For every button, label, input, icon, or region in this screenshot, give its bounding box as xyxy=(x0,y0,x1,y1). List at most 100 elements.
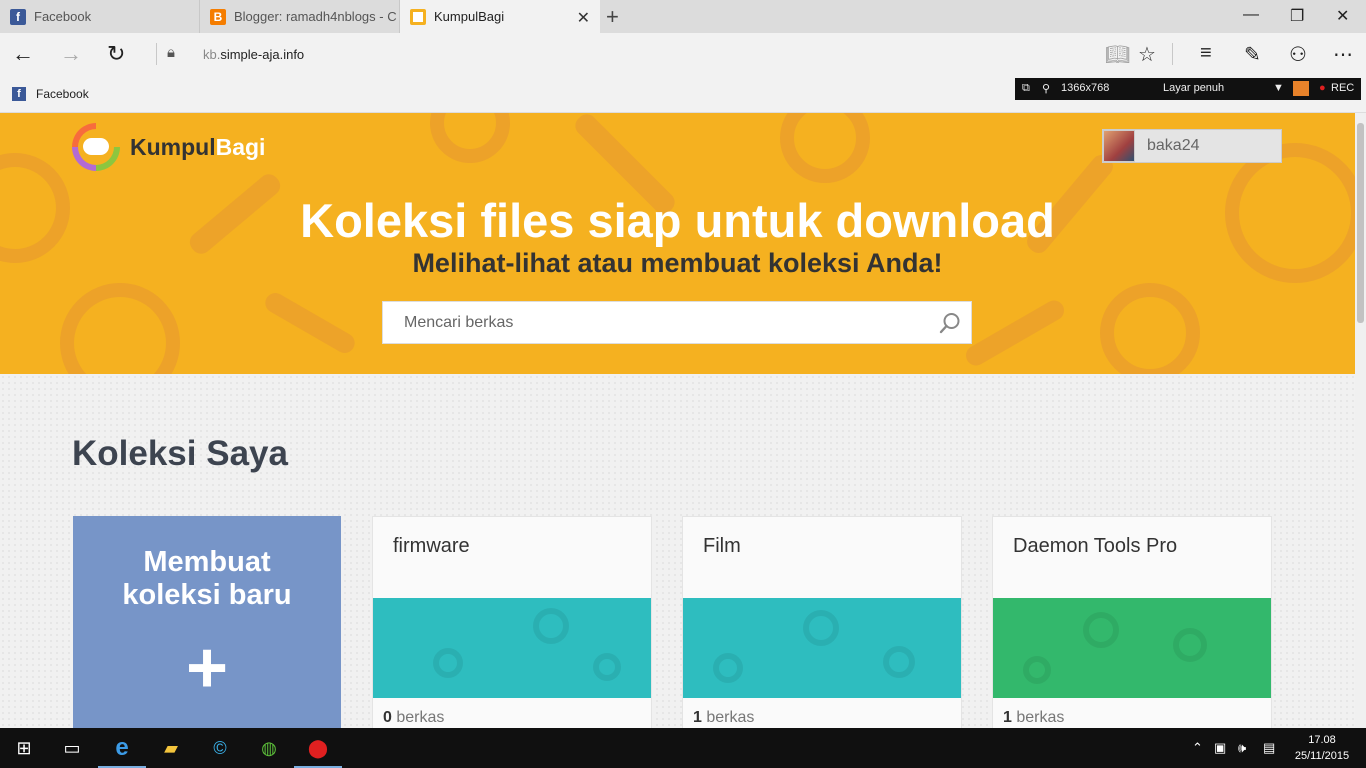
clock-date: 25/11/2015 xyxy=(1294,750,1350,762)
windows-taskbar: ⊞ ▭ e ▰ © ◍ ⬤ ⌃ ▣ 🕪︎ ▤ 17.08 25/11/2015 xyxy=(0,728,1366,768)
chevron-up-icon[interactable]: ⌃ xyxy=(1192,740,1203,756)
collection-title: Film xyxy=(703,535,741,557)
facebook-icon: f xyxy=(10,8,26,25)
new-collection-label: Membuat koleksi baru xyxy=(73,546,341,612)
username: baka24 xyxy=(1147,137,1200,154)
search-box xyxy=(382,301,972,344)
collection-banner xyxy=(683,598,961,698)
screen-recorder-toolbar: ⧉ ⚲ 1366x768 Layar penuh ▼ ● REC xyxy=(1015,78,1361,100)
logo-text: KumpulBagi xyxy=(130,134,265,161)
restore-icon[interactable]: ❐ xyxy=(1290,6,1304,26)
decoration xyxy=(430,113,510,163)
new-collection-button[interactable]: Membuat koleksi baru + xyxy=(73,516,341,728)
action-center-icon[interactable]: ▤ xyxy=(1263,740,1275,756)
collection-title: firmware xyxy=(393,535,470,557)
hero-banner: KumpulBagi baka24 Koleksi files siap unt… xyxy=(0,113,1355,374)
task-view-icon[interactable]: ▭ xyxy=(48,728,96,768)
minimize-icon[interactable]: — xyxy=(1243,6,1259,24)
new-collection-line1: Membuat xyxy=(143,546,271,578)
file-explorer-icon[interactable]: ▰ xyxy=(147,728,195,768)
url-domain: simple-aja.info xyxy=(220,47,305,62)
back-arrow-icon[interactable]: ← xyxy=(12,41,34,67)
hero-title: Koleksi files siap untuk download xyxy=(300,194,1055,247)
page-scrollbar[interactable] xyxy=(1355,113,1366,728)
lock-icon: 🔒︎ xyxy=(167,44,175,61)
clock-time: 17.08 xyxy=(1308,734,1336,746)
navigation-bar: ← → ↻ 🔒︎ kb.simple-aja.info 📖︎ ☆ ≡ ✎ ⚇ ⋯ xyxy=(0,33,1366,76)
screen-recorder-icon[interactable]: ⬤ xyxy=(294,728,342,768)
logo-text-accent: Bagi xyxy=(215,133,266,160)
divider xyxy=(1172,43,1173,65)
collection-title: Daemon Tools Pro xyxy=(1013,535,1178,557)
url-prefix: kb. xyxy=(203,47,221,62)
forward-arrow-icon[interactable]: → xyxy=(60,41,82,67)
section-title: Koleksi Saya xyxy=(72,434,288,473)
refresh-icon[interactable]: ↻ xyxy=(107,41,125,67)
site-logo[interactable]: KumpulBagi xyxy=(72,123,265,171)
tab-facebook[interactable]: f Facebook xyxy=(0,0,200,33)
recorder-window-icon[interactable]: ⧉ xyxy=(1022,82,1030,95)
start-windows-icon[interactable]: ⊞ xyxy=(0,728,48,768)
network-icon[interactable]: ▣ xyxy=(1214,740,1226,756)
facebook-icon: f xyxy=(12,87,26,101)
divider xyxy=(156,43,157,65)
chevron-down-icon[interactable]: ▼ xyxy=(1273,82,1284,94)
collection-card-daemon-tools-pro[interactable]: Daemon Tools Pro 1 berkas xyxy=(992,516,1272,728)
page-viewport: KumpulBagi baka24 Koleksi files siap unt… xyxy=(0,113,1355,728)
favorite-star-icon[interactable]: ☆ xyxy=(1138,42,1156,67)
file-count-unit: berkas xyxy=(396,709,445,726)
share-icon[interactable]: ⚇ xyxy=(1289,42,1307,67)
cloud-logo-icon xyxy=(72,123,120,171)
tab-title: Facebook xyxy=(34,9,92,24)
close-window-icon[interactable]: ✕ xyxy=(1336,6,1349,26)
hub-icon[interactable]: ≡ xyxy=(1200,42,1212,65)
avatar xyxy=(1103,130,1135,162)
tab-bar: f Facebook B Blogger: ramadh4nblogs - C … xyxy=(0,0,1366,33)
edge-browser-icon[interactable]: e xyxy=(98,728,146,768)
recorder-mode[interactable]: Layar penuh xyxy=(1163,82,1224,94)
address-bar[interactable]: kb.simple-aja.info xyxy=(203,47,304,62)
file-count-number: 0 xyxy=(383,709,392,726)
system-clock[interactable]: 17.08 25/11/2015 xyxy=(1287,732,1357,764)
kumpulbagi-icon xyxy=(410,8,426,25)
user-menu[interactable]: baka24 xyxy=(1102,129,1282,163)
tab-kumpulbagi[interactable]: KumpulBagi ✕ xyxy=(400,0,600,33)
collection-banner xyxy=(993,598,1271,698)
new-collection-line2: koleksi baru xyxy=(122,579,292,611)
ccleaner-icon[interactable]: © xyxy=(196,728,244,768)
camera-icon[interactable] xyxy=(1293,81,1309,96)
recorder-resolution: 1366x768 xyxy=(1061,82,1110,94)
decoration xyxy=(60,283,180,374)
search-input[interactable] xyxy=(383,302,933,343)
collection-file-count: 0 berkas xyxy=(383,709,444,727)
volume-icon[interactable]: 🕪︎ xyxy=(1238,740,1246,756)
web-note-icon[interactable]: ✎ xyxy=(1244,42,1261,67)
collection-card-firmware[interactable]: firmware 0 berkas xyxy=(372,516,652,728)
blogger-icon: B xyxy=(210,8,226,25)
new-tab-icon[interactable]: + xyxy=(606,4,619,30)
favorite-facebook[interactable]: f Facebook xyxy=(12,87,89,101)
logo-text-main: Kumpul xyxy=(130,133,216,160)
hero-subtitle: Melihat-lihat atau membuat koleksi Anda! xyxy=(412,248,943,278)
decoration xyxy=(780,113,870,183)
zoom-icon[interactable]: ⚲ xyxy=(1042,82,1050,95)
file-count-unit: berkas xyxy=(1016,709,1065,726)
tab-title: Blogger: ramadh4nblogs - C xyxy=(234,9,397,24)
download-manager-icon[interactable]: ◍ xyxy=(245,728,293,768)
scrollbar-thumb[interactable] xyxy=(1357,123,1364,323)
decoration xyxy=(962,296,1068,370)
decoration xyxy=(1100,283,1200,374)
decoration xyxy=(261,289,359,357)
reading-view-icon[interactable]: 📖︎ xyxy=(1105,42,1130,67)
my-collections-section: Koleksi Saya Membuat koleksi baru + firm… xyxy=(0,374,1355,728)
search-icon[interactable] xyxy=(939,312,961,334)
more-icon[interactable]: ⋯ xyxy=(1333,42,1353,67)
plus-icon: + xyxy=(185,628,229,708)
close-tab-icon[interactable]: ✕ xyxy=(577,8,590,28)
file-count-unit: berkas xyxy=(706,709,755,726)
collection-card-film[interactable]: Film 1 berkas xyxy=(682,516,962,728)
tab-blogger[interactable]: B Blogger: ramadh4nblogs - C xyxy=(200,0,400,33)
recorder-rec-label[interactable]: REC xyxy=(1331,82,1354,94)
tab-title: KumpulBagi xyxy=(434,9,505,24)
collection-file-count: 1 berkas xyxy=(693,709,754,727)
